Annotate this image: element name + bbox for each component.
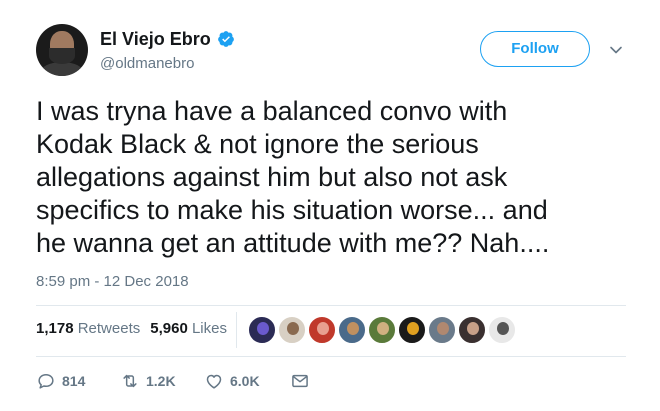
like-count: 6.0K — [230, 373, 260, 389]
tweet-text-line: Kodak Black & not ignore the serious — [36, 129, 479, 159]
user-handle[interactable]: @oldmanebro — [100, 55, 194, 72]
liker-avatar[interactable] — [458, 316, 486, 344]
liker-avatar[interactable] — [398, 316, 426, 344]
display-name[interactable]: El Viejo Ebro — [100, 29, 235, 50]
stats-separator — [236, 312, 237, 348]
liker-avatar[interactable] — [428, 316, 456, 344]
tweet-text-line: specifics to make his situation worse...… — [36, 195, 548, 225]
retweets-stat[interactable]: 1,178 Retweets — [36, 320, 140, 337]
direct-message-button[interactable] — [290, 370, 310, 392]
divider — [36, 305, 626, 306]
mail-icon — [292, 374, 308, 388]
tweet-text-line: I was tryna have a balanced convo with — [36, 96, 508, 126]
engagement-stats: 1,178 Retweets 5,960 Likes — [36, 320, 237, 337]
reply-count: 814 — [62, 373, 86, 389]
tweet-text-line: allegations against him but also not ask — [36, 162, 508, 192]
reply-icon — [38, 374, 54, 389]
heart-icon — [206, 374, 222, 389]
likes-count: 5,960 — [150, 320, 188, 337]
follow-button[interactable]: Follow — [480, 31, 590, 67]
divider — [36, 356, 626, 357]
liker-avatar[interactable] — [278, 316, 306, 344]
liker-avatar[interactable] — [338, 316, 366, 344]
likes-label: Likes — [191, 320, 227, 337]
avatar[interactable] — [36, 24, 88, 76]
liker-avatar[interactable] — [368, 316, 396, 344]
reply-button[interactable]: 814 — [36, 370, 85, 392]
chevron-down-icon[interactable] — [608, 42, 624, 58]
liker-avatar[interactable] — [308, 316, 336, 344]
display-name-text: El Viejo Ebro — [100, 29, 211, 49]
retweet-icon — [123, 374, 137, 388]
tweet-text: I was tryna have a balanced convo with K… — [36, 95, 636, 260]
retweets-label: Retweets — [77, 320, 141, 337]
retweet-button[interactable]: 1.2K — [120, 370, 176, 392]
likes-stat[interactable]: 5,960 Likes — [150, 320, 227, 337]
tweet-timestamp[interactable]: 8:59 pm - 12 Dec 2018 — [36, 273, 189, 290]
retweet-count: 1.2K — [146, 373, 176, 389]
liker-avatar[interactable] — [248, 316, 276, 344]
verified-badge-icon — [217, 31, 234, 47]
tweet-text-line: he wanna get an attitude with me?? Nah..… — [36, 228, 550, 258]
like-button[interactable]: 6.0K — [204, 370, 260, 392]
liker-avatar[interactable] — [488, 316, 516, 344]
retweets-count: 1,178 — [36, 320, 74, 337]
